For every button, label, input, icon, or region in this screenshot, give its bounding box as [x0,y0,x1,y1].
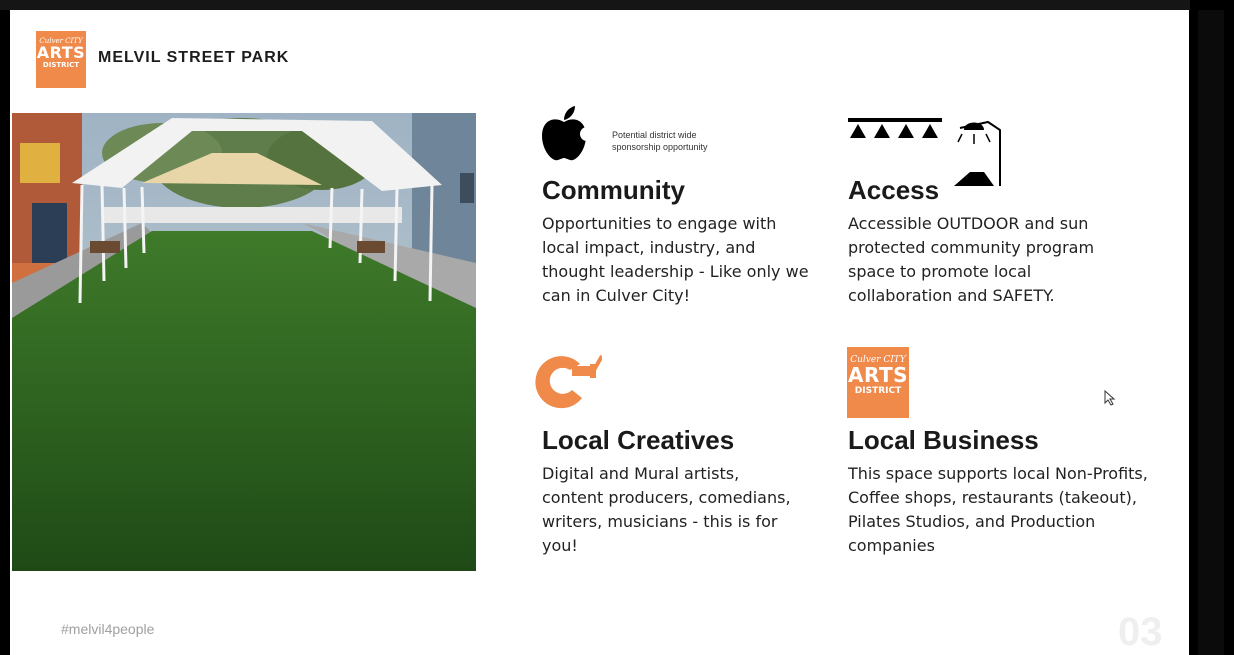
community-body: Opportunities to engage with local impac… [542,214,809,305]
park-tent-photo [12,113,476,571]
paint-brush-c-icon [535,355,602,409]
business-body: This space supports local Non-Profits, C… [848,464,1148,555]
logo-line2: ARTS [847,363,909,387]
page-number: 03 [1118,610,1163,654]
access-body: Accessible OUTDOOR and sun protected com… [848,214,1095,305]
slide-title: MELVIL STREET PARK [98,49,290,66]
hashtag: #melvil4people [61,621,155,637]
access-heading: Access [848,175,940,205]
sponsorship-note: Potential district wide sponsorship oppo… [612,130,708,152]
creatives-heading: Local Creatives [542,425,735,455]
arts-district-logo: Culver CITY ARTS DISTRICT [36,31,86,88]
creatives-body: Digital and Mural artists, content produ… [542,464,791,555]
logo-line3: DISTRICT [854,386,902,396]
window-right-edge [1190,0,1234,655]
arts-district-logo: Culver CITY ARTS DISTRICT [847,347,909,418]
side-panel [1198,10,1224,655]
logo-line2: ARTS [36,43,86,62]
community-heading: Community [542,175,685,205]
window-top-bar [0,0,1234,10]
logo-line3: DISTRICT [42,61,80,69]
mouse-cursor-icon [1104,390,1116,406]
business-heading: Local Business [848,425,1039,455]
slide: Culver CITY ARTS DISTRICT MELVIL STREET … [10,10,1189,655]
apple-icon [542,106,588,161]
